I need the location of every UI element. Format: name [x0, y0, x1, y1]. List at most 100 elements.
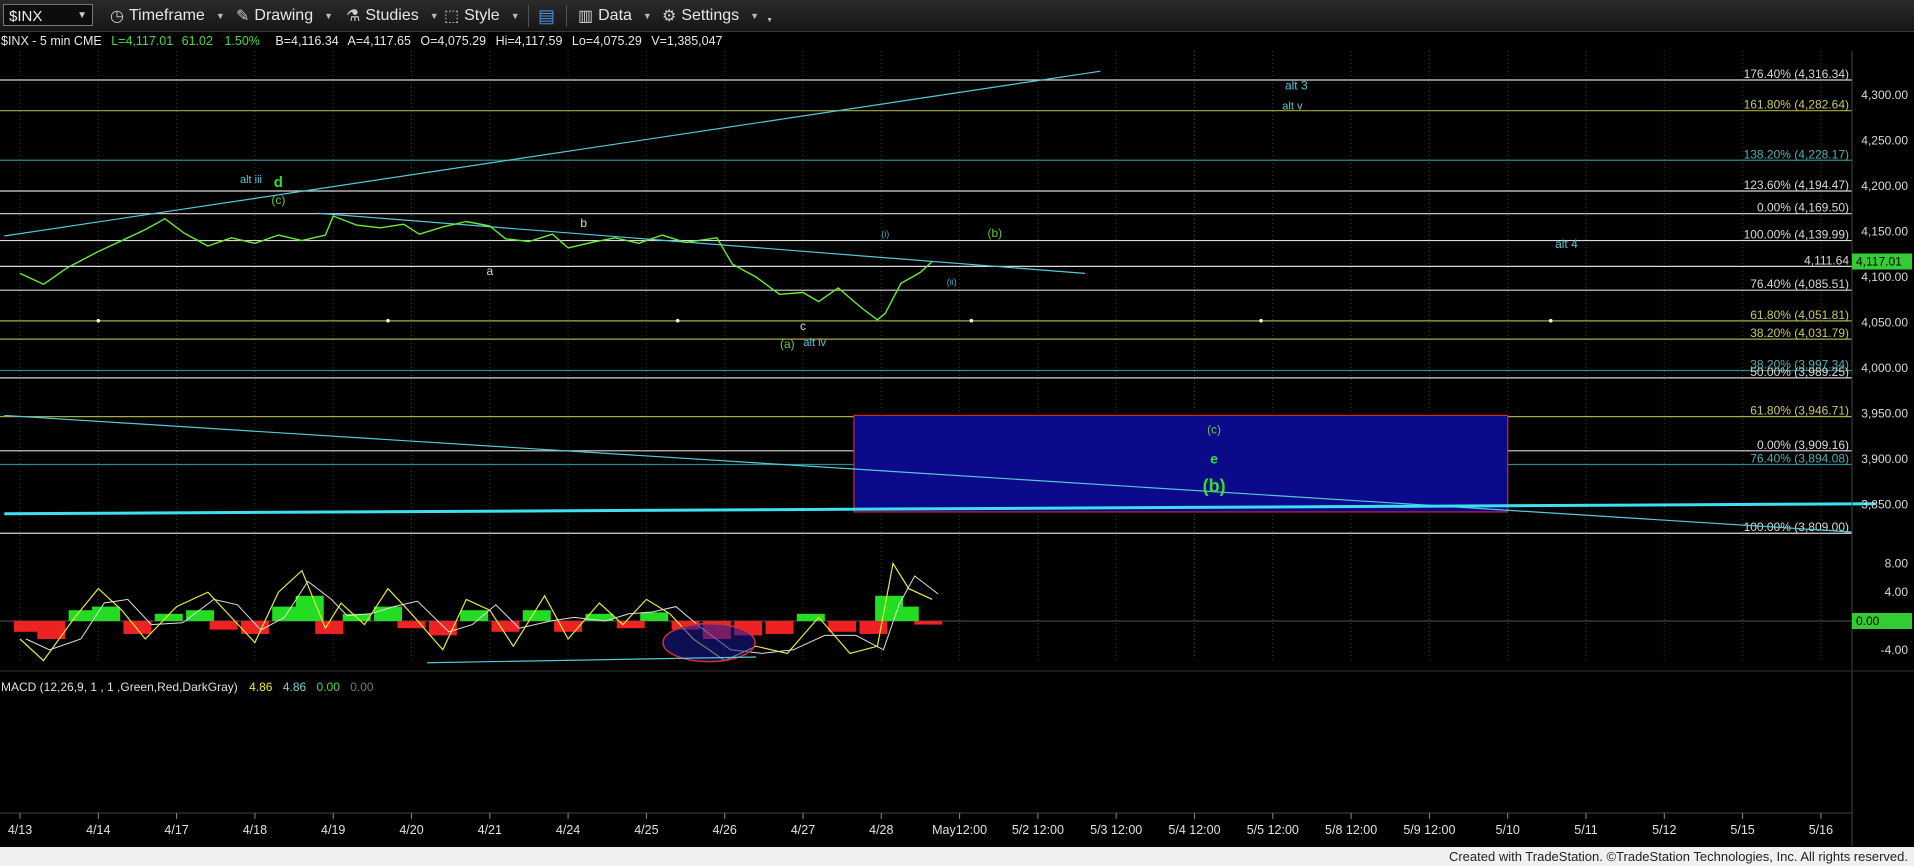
time-tick-label: 4/19: [321, 823, 345, 837]
wave-label: alt 3: [1285, 78, 1308, 92]
macd-tick-label: 4.00: [1885, 585, 1909, 599]
layout-button[interactable]: ▤: [538, 5, 555, 27]
level-label: 50.00% (3,989.25): [1750, 365, 1849, 379]
price-tick-label: 4,100.00: [1861, 270, 1908, 284]
macd-value: 4.86: [249, 680, 273, 694]
macd-histogram-bar: [460, 610, 489, 621]
marker-dot: [675, 318, 680, 323]
price-tick-label: 3,850.00: [1861, 498, 1908, 512]
level-label: 76.40% (3,894.08): [1750, 452, 1849, 466]
settings-button[interactable]: ⚙ Settings ▼ ▼: [662, 5, 773, 27]
timeframe-label: Timeframe: [128, 7, 205, 24]
chevron-down-icon: ▼: [429, 11, 439, 21]
macd-histogram-bar: [295, 595, 324, 621]
time-tick-label: 5/9 12:00: [1403, 823, 1455, 837]
clock-icon: ◷: [110, 8, 124, 25]
price-tick-label: 3,950.00: [1861, 407, 1908, 421]
price-tick-label: 3,900.00: [1861, 452, 1908, 466]
style-icon: ⬚: [444, 8, 460, 25]
drawing-label: Drawing: [254, 7, 314, 24]
wave-label: (b): [987, 226, 1002, 240]
level-label: 61.80% (3,946.71): [1750, 404, 1849, 418]
vertical-gridlines: [19, 51, 1822, 661]
settings-label: Settings: [681, 7, 740, 24]
chevron-down-icon[interactable]: ▼: [77, 10, 87, 21]
data-button[interactable]: ▥ Data ▼: [578, 5, 652, 27]
symbol-input[interactable]: $INX ▼: [3, 4, 93, 26]
chevron-down-icon: ▼: [215, 11, 225, 21]
chevron-down-icon: ▼: [750, 11, 760, 21]
toolbar: $INX ▼ ◷ Timeframe ▼ ✎ Drawing ▼ ⚗ Studi…: [0, 0, 1914, 32]
price-axis: 4,300.00 4,250.00 4,200.00 4,150.00 4,100.00…: [1851, 51, 1912, 846]
marker-dot: [1259, 318, 1263, 323]
time-tick-label: 5/8 12:00: [1325, 823, 1377, 837]
time-tick-label: 4/25: [634, 823, 658, 837]
time-tick-label: 5/12: [1652, 823, 1676, 837]
macd-diff-value: 0.00: [317, 680, 341, 694]
price-series: [19, 215, 933, 321]
time-tick-label: 4/28: [869, 823, 893, 837]
drawing-button[interactable]: ✎ Drawing ▼: [236, 5, 333, 27]
studies-button[interactable]: ⚗ Studies ▼: [346, 5, 439, 27]
price-tick-label: 4,000.00: [1861, 361, 1908, 375]
macd-histogram-bar: [914, 621, 943, 625]
macd-histogram-bar: [890, 606, 919, 621]
wave-label: d: [274, 174, 283, 191]
chevron-down-icon: ▼: [766, 16, 774, 24]
chart-header: $INX - 5 min CME L=4,117.01 61.02 1.50% …: [1, 34, 723, 48]
chevron-down-icon: ▼: [510, 11, 520, 21]
time-tick-label: 5/4 12:00: [1168, 823, 1220, 837]
toolbar-divider: [566, 5, 567, 27]
flask-icon: ⚗: [346, 8, 361, 25]
time-tick-label: 4/21: [478, 823, 502, 837]
level-label: 161.80% (4,282.64): [1744, 98, 1849, 112]
symbol-label: $INX - 5 min CME: [1, 34, 102, 48]
time-tick-label: 5/3 12:00: [1090, 823, 1142, 837]
price-tick-label: 4,150.00: [1861, 224, 1908, 238]
studies-label: Studies: [365, 7, 419, 24]
macd-zero-value: 0.00: [350, 680, 374, 694]
wave-label: alt iv: [803, 337, 826, 349]
macd-signal-value: 4.86: [283, 680, 307, 694]
time-tick-label: 4/14: [86, 823, 110, 837]
macd-histogram-bar: [123, 621, 152, 634]
style-button[interactable]: ⬚ Style ▼: [444, 5, 520, 27]
low-price: Lo=4,075.29: [572, 34, 642, 48]
wave-label: (i): [881, 229, 889, 239]
wave-label: (ii): [947, 277, 957, 287]
time-tick-label: 4/27: [791, 823, 815, 837]
wave-label: alt 4: [1555, 237, 1578, 251]
price-change: 61.02: [182, 34, 213, 48]
level-label: 123.60% (4,194.47): [1744, 178, 1849, 192]
macd-tick-label: 8.00: [1885, 556, 1909, 570]
chart-area[interactable]: 176.40% (4,316.34) 161.80% (4,282.64) 138.…: [0, 31, 1914, 847]
wave-label: alt iii: [240, 174, 262, 186]
marker-dot: [1548, 318, 1553, 323]
target-zone: [853, 414, 1509, 513]
marker-dot: [96, 318, 101, 323]
level-label: 38.20% (4,031.79): [1750, 326, 1849, 340]
wave-label: (b): [1203, 476, 1226, 496]
price-line: [19, 215, 933, 321]
wave-label: e: [1210, 451, 1218, 467]
trendline: [317, 212, 1085, 274]
time-tick-label: 5/5 12:00: [1247, 823, 1299, 837]
copyright-credit: Created with TradeStation. ©TradeStation…: [1448, 849, 1908, 864]
macd-histogram-bar: [491, 621, 520, 632]
wave-label: (c): [271, 193, 285, 207]
price-tick-label: 4,200.00: [1861, 179, 1908, 193]
macd-panel: 8.00 4.00 -4.00 0.00: [0, 556, 1914, 672]
symbol-text: $INX: [9, 8, 43, 25]
macd-histogram-bar: [92, 606, 121, 621]
macd-histogram-bar: [186, 610, 215, 621]
bid-price: B=4,116.34: [275, 34, 338, 48]
timeframe-button[interactable]: ◷ Timeframe ▼: [110, 5, 225, 27]
style-label: Style: [464, 7, 500, 24]
macd-histogram-bar: [765, 621, 794, 634]
wave-label: b: [580, 216, 587, 230]
time-tick-label: 5/10: [1496, 823, 1520, 837]
data-label: Data: [598, 7, 632, 24]
volume: V=1,385,047: [651, 34, 722, 48]
time-tick-label: 4/18: [243, 823, 267, 837]
macd-header: MACD (12,26,9, 1 , 1 ,Green,Red,DarkGray…: [1, 680, 374, 694]
